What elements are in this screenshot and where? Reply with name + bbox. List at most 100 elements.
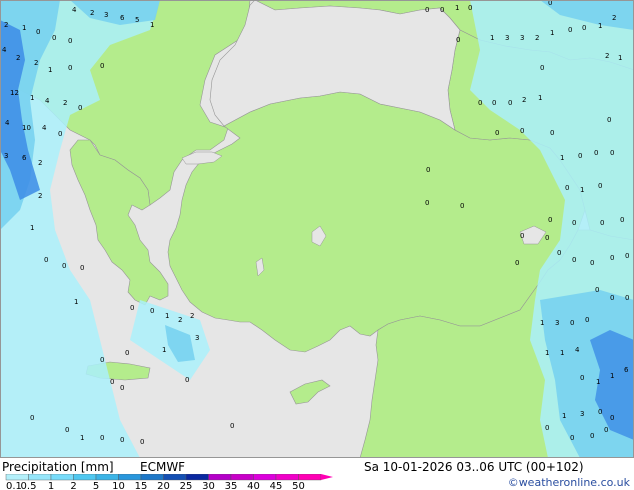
point-value-label: 3	[104, 11, 108, 19]
point-value-label: 0	[570, 319, 574, 327]
point-value-label: 2	[612, 14, 616, 22]
bottom-bar: Precipitation [mm] ECMWF Sa 10-01-2026 0…	[0, 458, 634, 490]
point-value-label: 1	[48, 66, 52, 74]
point-value-label: 0	[125, 349, 129, 357]
point-value-label: 0	[80, 264, 84, 272]
point-value-label: 0	[565, 184, 569, 192]
point-value-label: 0	[100, 434, 104, 442]
legend-tick-label: 30	[202, 481, 215, 490]
legend-swatch	[230, 474, 254, 481]
point-value-label: 0	[62, 262, 66, 270]
point-value-label: 2	[38, 159, 42, 167]
point-value-label: 0	[625, 252, 629, 260]
legend-swatch	[185, 474, 209, 481]
point-value-label: 4	[45, 97, 50, 105]
point-value-label: 0	[100, 356, 104, 364]
point-value-label: 0	[548, 216, 552, 224]
point-value-label: 0	[580, 374, 584, 382]
legend-swatch	[253, 474, 277, 481]
point-value-label: 2	[90, 9, 94, 17]
point-value-label: 0	[585, 316, 589, 324]
point-value-label: 0	[625, 294, 629, 302]
legend-tick-label: 0.1	[6, 481, 22, 490]
point-value-label: 0	[515, 259, 519, 267]
point-value-label: 0	[598, 182, 602, 190]
point-value-label: 0	[150, 307, 154, 315]
point-value-label: 3	[555, 319, 559, 327]
point-value-label: 0	[110, 378, 114, 386]
point-value-label: 0	[30, 414, 34, 422]
legend-swatch	[73, 474, 97, 481]
point-value-label: 1	[618, 54, 622, 62]
point-value-label: 0	[520, 232, 524, 240]
legend-swatch	[163, 474, 187, 481]
point-value-label: 0	[545, 234, 549, 242]
legend-tick-label: 0.5	[21, 481, 37, 490]
point-value-label: 0	[610, 149, 614, 157]
point-value-label: 1	[490, 34, 494, 42]
legend-tick-label: 25	[180, 481, 193, 490]
point-value-label: 0	[456, 36, 460, 44]
legend-tick-label: 45	[270, 481, 283, 490]
point-value-label: 1	[455, 4, 459, 12]
point-value-label: 0	[492, 99, 496, 107]
point-value-label: 1	[162, 346, 166, 354]
point-value-label: 1	[545, 349, 549, 357]
point-value-label: 1	[610, 372, 614, 380]
legend-swatch	[118, 474, 142, 481]
point-value-label: 0	[185, 376, 189, 384]
point-value-label: 0	[468, 4, 472, 12]
legend-tick-label: 15	[135, 481, 148, 490]
point-value-label: 0	[590, 259, 594, 267]
legend-swatch	[5, 474, 29, 481]
point-value-label: 10	[22, 124, 31, 132]
point-value-label: 0	[620, 216, 624, 224]
point-value-label: 2	[63, 99, 67, 107]
point-value-label: 0	[520, 127, 524, 135]
point-value-label: 1	[30, 94, 34, 102]
point-value-label: 3	[4, 152, 8, 160]
point-value-label: 0	[508, 99, 512, 107]
precipitation-map[interactable]: 4 2 3 6 5 1 0 0 1 0 0 2 2 1 0 0 0 0 4 2 2 1 0 0 1 3 3 2 1 0 0 1 2 1 0 12 1 4 2…	[0, 0, 634, 459]
point-value-label: 0	[568, 26, 572, 34]
point-value-label: 0	[230, 422, 234, 430]
valid-time: Sa 10-01-2026 03..06 UTC (00+102)	[364, 460, 584, 474]
point-value-label: 0	[594, 149, 598, 157]
point-value-label: 1	[562, 412, 566, 420]
point-value-label: 0	[550, 129, 554, 137]
point-value-label: 0	[607, 116, 611, 124]
legend-arrow	[321, 474, 333, 480]
point-value-label: 4	[2, 46, 7, 54]
point-value-label: 3	[580, 410, 584, 418]
point-value-label: 0	[590, 432, 594, 440]
point-value-label: 0	[100, 62, 104, 70]
point-value-label: 6	[120, 14, 125, 22]
point-value-label: 0	[610, 414, 614, 422]
point-value-label: 12	[10, 89, 19, 97]
point-value-label: 0	[426, 166, 430, 174]
point-value-label: 0	[68, 64, 72, 72]
point-value-label: 1	[560, 349, 564, 357]
map-title: Precipitation [mm]	[2, 460, 114, 474]
point-value-label: 0	[495, 129, 499, 137]
point-value-label: 1	[74, 298, 78, 306]
point-value-label: 0	[598, 408, 602, 416]
point-value-label: 0	[425, 6, 429, 14]
legend-swatch	[208, 474, 232, 481]
model-name: ECMWF	[140, 460, 186, 474]
point-value-label: 1	[550, 29, 554, 37]
point-value-label: 4	[575, 346, 580, 354]
legend-swatch	[50, 474, 74, 481]
point-value-label: 1	[580, 186, 584, 194]
legend-tick-label: 2	[70, 481, 76, 490]
point-value-label: 0	[65, 426, 69, 434]
point-value-label: 0	[120, 384, 124, 392]
legend-swatch	[140, 474, 164, 481]
point-value-label: 1	[560, 154, 564, 162]
point-value-label: 2	[34, 59, 38, 67]
credit-text[interactable]: ©weatheronline.co.uk	[508, 476, 630, 490]
point-value-label: 2	[535, 34, 539, 42]
point-value-label: 1	[150, 21, 154, 29]
point-value-label: 0	[540, 64, 544, 72]
point-value-label: 0	[582, 24, 586, 32]
